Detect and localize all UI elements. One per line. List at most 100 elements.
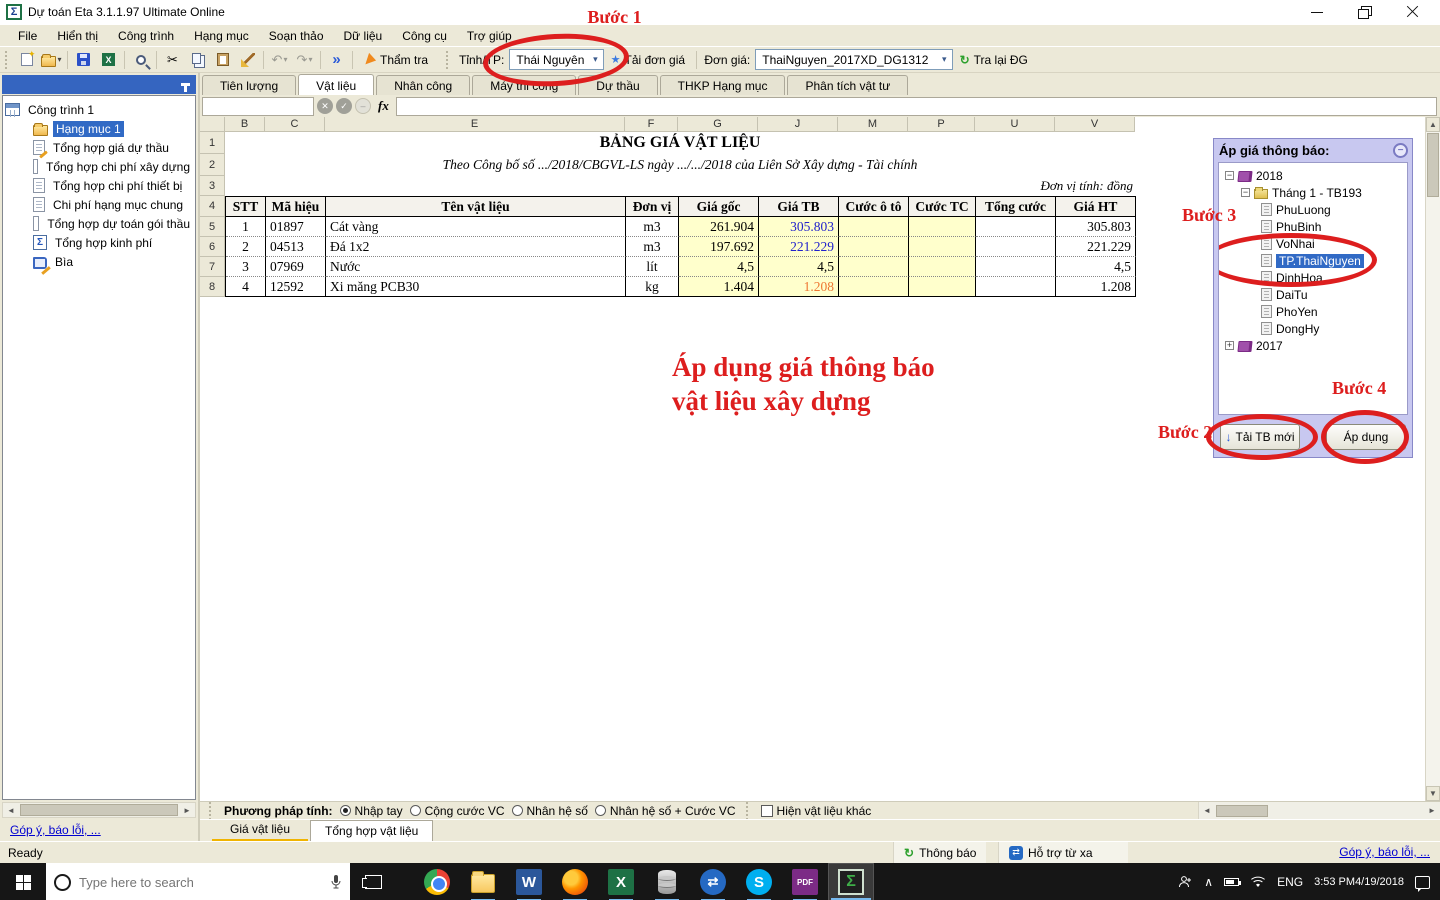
battery-icon[interactable] <box>1224 878 1242 886</box>
cell-cuoc-o-to[interactable] <box>839 277 909 297</box>
tree-item-bia[interactable]: Bìa <box>5 252 193 271</box>
tree-item-tong-hop-chi-phi-thiet-bi[interactable]: Tổng hợp chi phí thiết bị <box>5 176 193 195</box>
cell-cuoc-o-to[interactable] <box>839 237 909 257</box>
col-header-C[interactable]: C <box>265 117 325 132</box>
tham-tra-button[interactable]: Thẩm tra <box>357 49 441 71</box>
scroll-right-icon[interactable]: ► <box>1424 806 1440 815</box>
start-button[interactable] <box>0 863 46 900</box>
menu-cong-trinh[interactable]: Công trình <box>108 26 184 46</box>
tai-don-gia-button[interactable]: ★ Tải đơn giá <box>606 49 692 71</box>
radio-cong-cuoc-vc[interactable]: Cộng cước VC <box>409 804 505 818</box>
header-ma-hieu[interactable]: Mã hiệu <box>266 196 326 217</box>
row-header-4[interactable]: 4 <box>200 196 225 217</box>
cell-cuoc-tc[interactable] <box>909 277 976 297</box>
header-cuoc-tc[interactable]: Cước TC <box>909 196 976 217</box>
tree-item-hang-muc[interactable]: Hạng mục 1 <box>5 119 193 138</box>
cell-ma-hieu[interactable]: 12592 <box>266 277 326 297</box>
scrollbar-thumb[interactable] <box>1427 133 1439 197</box>
cell-gia-goc[interactable]: 4,5 <box>679 257 759 277</box>
tree-item-thang1-tb193[interactable]: − Tháng 1 - TB193 <box>1221 184 1405 201</box>
tree-expander-icon[interactable]: − <box>1225 171 1234 180</box>
radio-nhan-he-so[interactable]: Nhân hệ số <box>511 804 588 818</box>
run-button[interactable]: » <box>325 49 348 71</box>
menu-soan-thao[interactable]: Soạn thảo <box>259 26 334 46</box>
cell-cuoc-tc[interactable] <box>909 217 976 237</box>
checkbox-hien-vat-lieu-khac[interactable]: Hiện vật liệu khác <box>760 804 871 818</box>
cancel-formula-icon[interactable]: ✕ <box>317 98 333 114</box>
clean-button[interactable] <box>236 49 259 71</box>
tree-item-daitu[interactable]: DaiTu <box>1221 286 1405 303</box>
radio-icon[interactable] <box>339 805 351 816</box>
cell-don-vi[interactable]: lít <box>626 257 679 277</box>
cell-stt[interactable]: 1 <box>226 217 266 237</box>
menu-du-lieu[interactable]: Dữ liệu <box>334 26 393 46</box>
feedback-link[interactable]: Góp ý, báo lỗi, ... <box>2 818 196 839</box>
row-header-5[interactable]: 5 <box>200 217 225 237</box>
cell-don-vi[interactable]: m3 <box>626 217 679 237</box>
cell-gia-goc[interactable]: 1.404 <box>679 277 759 297</box>
col-header-J[interactable]: J <box>758 117 838 132</box>
taskbar-pdf[interactable]: PDF <box>782 863 828 900</box>
cell-cuoc-o-to[interactable] <box>839 257 909 277</box>
cell-gia-goc[interactable]: 261.904 <box>679 217 759 237</box>
paste-button[interactable] <box>211 49 234 71</box>
tree-expander-icon[interactable]: + <box>1225 341 1234 350</box>
scroll-left-icon[interactable]: ◄ <box>1199 806 1215 815</box>
col-header-B[interactable]: B <box>225 117 265 132</box>
cell-ma-hieu[interactable]: 07969 <box>266 257 326 277</box>
collapse-icon[interactable]: − <box>1393 143 1408 158</box>
cell-don-vi[interactable]: kg <box>626 277 679 297</box>
scrollbar-thumb[interactable] <box>20 804 178 816</box>
cell-stt[interactable]: 4 <box>226 277 266 297</box>
col-header-F[interactable]: F <box>625 117 678 132</box>
action-center-icon[interactable] <box>1415 875 1430 892</box>
dash-icon[interactable]: – <box>355 98 371 114</box>
scroll-left-icon[interactable]: ◄ <box>3 806 19 815</box>
taskbar-database[interactable] <box>644 863 690 900</box>
cell-ten[interactable]: Xi măng PCB30 <box>326 277 626 297</box>
tree-item-tp-thainguyen[interactable]: TP.ThaiNguyen <box>1219 233 1405 287</box>
cell-tong-cuoc[interactable] <box>976 277 1056 297</box>
cell-cuoc-o-to[interactable] <box>839 217 909 237</box>
search-input[interactable] <box>79 874 322 890</box>
undo-button[interactable]: ↶ ▾ <box>268 49 291 71</box>
fx-icon[interactable]: fx <box>378 98 389 114</box>
tree-item-phubinh[interactable]: PhuBinh <box>1221 218 1405 235</box>
radio-icon[interactable] <box>511 805 523 816</box>
clock[interactable]: 3:53 PM 4/19/2018 <box>1314 876 1404 889</box>
header-gia-ht[interactable]: Giá HT <box>1056 196 1136 217</box>
people-icon[interactable] <box>1177 875 1193 889</box>
checkbox-icon[interactable] <box>760 804 773 817</box>
tra-lai-dg-button[interactable]: ↻ Tra lại ĐG <box>955 49 1035 71</box>
tab-du-thau[interactable]: Dự thầu <box>578 75 658 95</box>
print-preview-button[interactable] <box>129 49 152 71</box>
vertical-scrollbar[interactable]: ▲ ▼ <box>1425 117 1440 801</box>
ap-dung-button[interactable]: Áp dụng <box>1326 424 1406 450</box>
tab-gia-vat-lieu[interactable]: Giá vật liệu <box>212 819 309 842</box>
row-header-3[interactable]: 3 <box>200 176 225 196</box>
row-header-2[interactable]: 2 <box>200 154 225 176</box>
language-indicator[interactable]: ENG <box>1277 875 1303 889</box>
menu-file[interactable]: File <box>8 26 47 46</box>
cell-ma-hieu[interactable]: 01897 <box>266 217 326 237</box>
header-gia-tb[interactable]: Giá TB <box>759 196 839 217</box>
cell-gia-ht[interactable]: 4,5 <box>1056 257 1136 277</box>
status-thong-bao[interactable]: ↻ Thông báo <box>893 842 987 863</box>
cell-stt[interactable]: 3 <box>226 257 266 277</box>
row-header-6[interactable]: 6 <box>200 237 225 257</box>
tai-tb-moi-button[interactable]: ↓ Tải TB mới <box>1220 424 1300 450</box>
cell-cuoc-tc[interactable] <box>909 237 976 257</box>
row-header-7[interactable]: 7 <box>200 257 225 277</box>
taskbar-file-explorer[interactable] <box>460 863 506 900</box>
province-select[interactable]: Thái Nguyên ▾ <box>509 49 605 70</box>
taskbar-search[interactable] <box>46 863 350 900</box>
menu-tro-giup[interactable]: Trợ giúp <box>457 26 522 46</box>
radio-icon[interactable] <box>594 805 606 816</box>
cell-stt[interactable]: 2 <box>226 237 266 257</box>
cell-ten[interactable]: Cát vàng <box>326 217 626 237</box>
name-box[interactable] <box>202 96 314 116</box>
header-tong-cuoc[interactable]: Tổng cước <box>976 196 1056 217</box>
cell-tong-cuoc[interactable] <box>976 217 1056 237</box>
corner-cell[interactable] <box>200 117 225 132</box>
tree-item-tong-hop-gia-du-thau[interactable]: Tổng hợp giá dự thầu <box>5 138 193 157</box>
